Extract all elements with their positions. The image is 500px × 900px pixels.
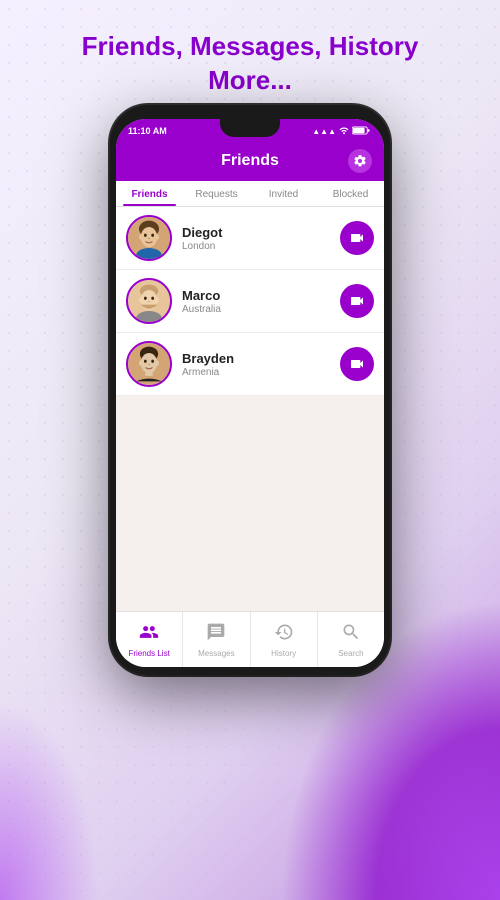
promo-title-line1: Friends, Messages, History [82, 31, 419, 61]
app-header: Friends [116, 141, 384, 181]
phone-shell: 11:10 AM ▲▲▲ [110, 105, 390, 675]
friend-item: Brayden Armenia [116, 333, 384, 396]
nav-item-friends-list[interactable]: Friends List [116, 612, 183, 667]
tab-invited[interactable]: Invited [250, 181, 317, 206]
nav-label-messages: Messages [198, 649, 234, 658]
video-icon [349, 293, 365, 309]
status-icons: ▲▲▲ [312, 126, 370, 137]
promo-title: Friends, Messages, History More... [0, 30, 500, 98]
app-header-title: Friends [221, 152, 279, 170]
signal-icon: ▲▲▲ [312, 127, 336, 136]
tab-requests[interactable]: Requests [183, 181, 250, 206]
nav-item-search[interactable]: Search [318, 612, 384, 667]
friend-info: Diegot London [182, 225, 330, 252]
friend-info: Marco Australia [182, 288, 330, 315]
video-icon [349, 356, 365, 372]
video-call-button[interactable] [340, 347, 374, 381]
bottom-nav: Friends List Messages History [116, 611, 384, 667]
nav-label-friends-list: Friends List [128, 649, 169, 658]
wifi-icon [339, 126, 349, 136]
phone-screen: 11:10 AM ▲▲▲ [116, 119, 384, 667]
friends-list-icon [139, 622, 159, 647]
video-call-button[interactable] [340, 221, 374, 255]
nav-item-messages[interactable]: Messages [183, 612, 250, 667]
friend-location: Australia [182, 304, 330, 315]
friend-item: Diegot London [116, 207, 384, 270]
tabs-bar: Friends Requests Invited Blocked [116, 181, 384, 207]
friend-info: Brayden Armenia [182, 351, 330, 378]
video-icon [349, 230, 365, 246]
settings-button[interactable] [348, 149, 372, 173]
avatar-face-diegot [128, 217, 170, 259]
gear-icon [353, 154, 367, 168]
nav-label-search: Search [338, 649, 363, 658]
battery-icon [352, 126, 370, 137]
avatar [126, 341, 172, 387]
avatar [126, 278, 172, 324]
friends-list: Diegot London [116, 207, 384, 611]
tab-friends[interactable]: Friends [116, 181, 183, 206]
bg-accent-left [0, 700, 100, 900]
friend-name: Diegot [182, 225, 330, 240]
friend-location: Armenia [182, 367, 330, 378]
avatar [126, 215, 172, 261]
friend-name: Marco [182, 288, 330, 303]
nav-item-history[interactable]: History [251, 612, 318, 667]
messages-icon [206, 622, 226, 647]
history-icon [274, 622, 294, 647]
friend-name: Brayden [182, 351, 330, 366]
video-call-button[interactable] [340, 284, 374, 318]
search-icon [341, 622, 361, 647]
promo-title-line2: More... [208, 65, 292, 95]
phone-notch [220, 119, 280, 137]
friend-location: London [182, 241, 330, 252]
nav-label-history: History [271, 649, 296, 658]
friend-item: Marco Australia [116, 270, 384, 333]
status-time: 11:10 AM [128, 126, 167, 136]
tab-blocked[interactable]: Blocked [317, 181, 384, 206]
